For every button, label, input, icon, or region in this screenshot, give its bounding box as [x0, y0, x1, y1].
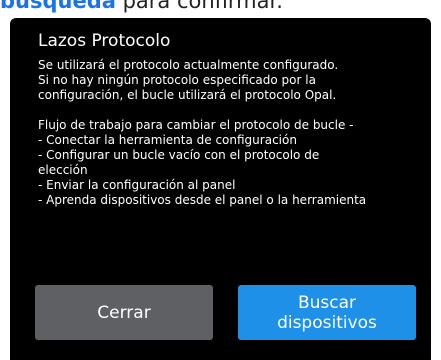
- search-button-label-line2: dispositivos: [277, 312, 377, 333]
- protocol-dialog: Lazos Protocolo Se utilizará el protocol…: [10, 18, 431, 360]
- close-button-label: Cerrar: [97, 302, 151, 323]
- search-button-label-line1: Buscar: [297, 292, 357, 313]
- background-instruction-text: búsqueda para confirmar.: [0, 0, 283, 13]
- dialog-body: Se utilizará el protocolo actualmente co…: [38, 58, 426, 208]
- close-button[interactable]: Cerrar: [35, 285, 213, 340]
- background-rest-text: para confirmar.: [115, 0, 283, 13]
- background-highlight-text: búsqueda: [0, 0, 116, 13]
- dialog-workflow-paragraph: Flujo de trabajo para cambiar el protoco…: [38, 118, 367, 207]
- dialog-description-paragraph: Se utilizará el protocolo actualmente co…: [38, 58, 339, 102]
- screen: búsqueda para confirmar. Lazos Protocolo…: [0, 0, 441, 360]
- dialog-title: Lazos Protocolo: [38, 31, 171, 51]
- search-devices-button[interactable]: Buscar dispositivos: [238, 285, 416, 340]
